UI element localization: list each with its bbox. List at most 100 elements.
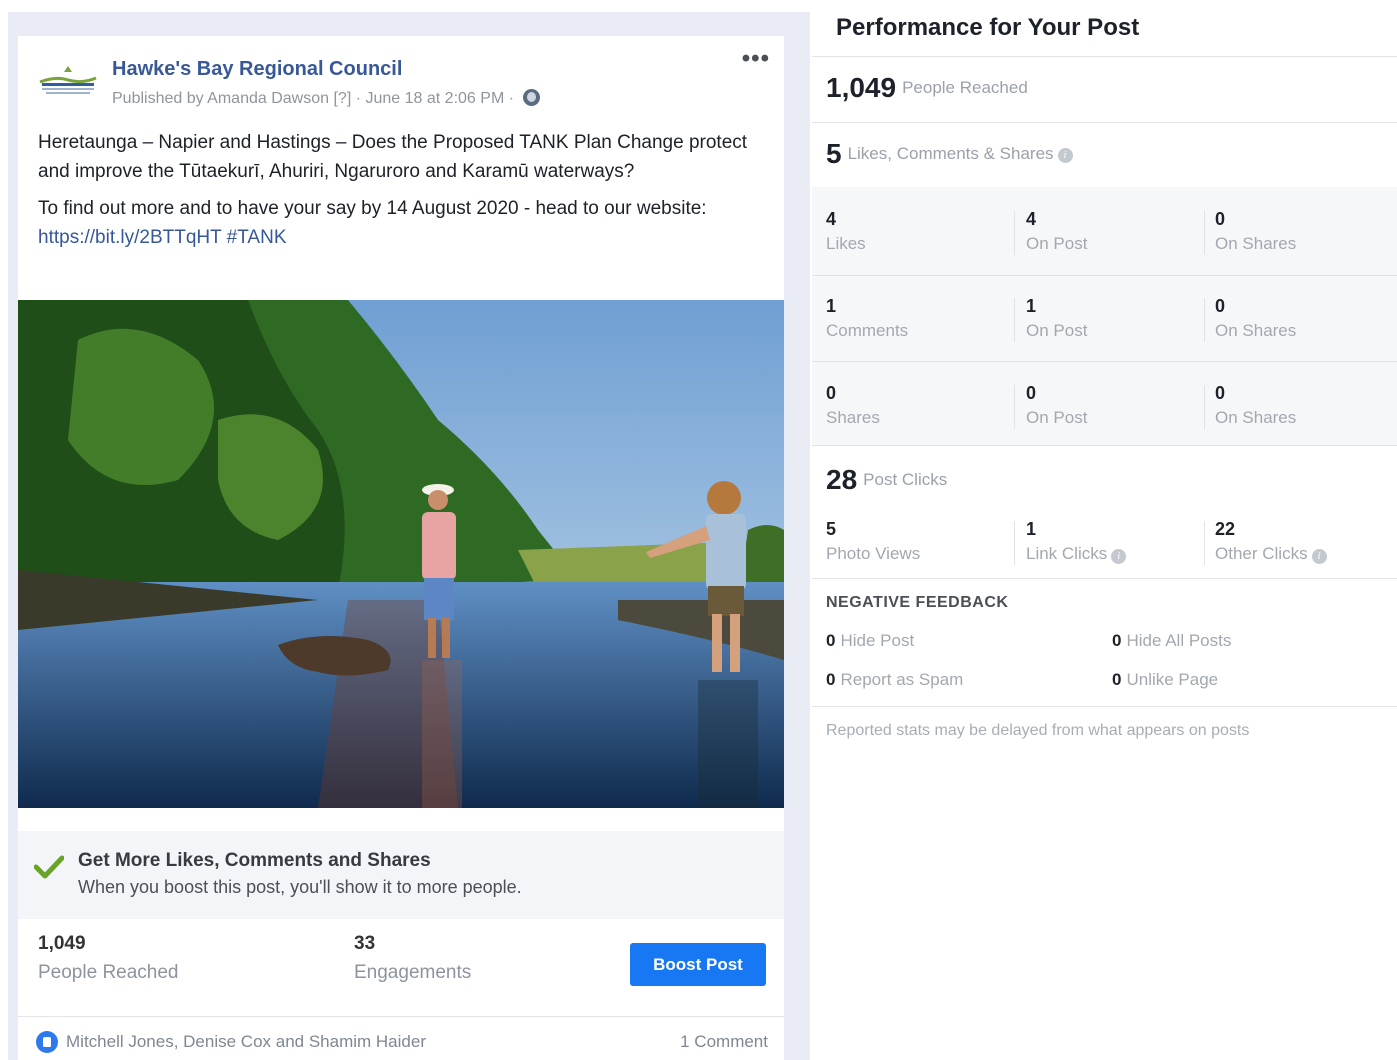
- link-clicks-label: Link Clicks: [1026, 544, 1108, 563]
- comments-on-post-count: 1: [1026, 296, 1037, 316]
- performance-title: Performance for Your Post: [836, 14, 1140, 41]
- engagement-summary-label: Likes, Comments & Shares: [847, 144, 1054, 163]
- comment-count-link[interactable]: 1 Comment: [680, 1032, 768, 1052]
- page-logo-icon[interactable]: [36, 64, 100, 100]
- divider: [812, 445, 1397, 446]
- divider: [812, 56, 1397, 57]
- divider: [1204, 385, 1205, 429]
- page-name-link[interactable]: Hawke's Bay Regional Council: [112, 58, 402, 81]
- boost-promo: Get More Likes, Comments and Shares When…: [18, 831, 784, 919]
- comments-count: 1: [826, 296, 837, 316]
- divider: [1014, 385, 1015, 429]
- people-reached-count: 1,049: [38, 933, 86, 954]
- hide-all-posts-stat: 0 Hide All Posts: [1112, 631, 1231, 651]
- hashtag-link[interactable]: #TANK: [227, 227, 287, 248]
- performance-panel: Performance for Your Post 1,049 People Re…: [812, 0, 1397, 1060]
- divider: [812, 361, 1397, 362]
- hide-all-posts-label: Hide All Posts: [1126, 631, 1232, 650]
- info-icon[interactable]: i: [1311, 549, 1327, 564]
- unlike-page-count: 0: [1112, 670, 1122, 689]
- divider: [812, 275, 1397, 276]
- likes-on-post-cell: 4 On Post: [1026, 209, 1087, 254]
- divider: [1014, 211, 1015, 255]
- shares-cell: 0 Shares: [826, 383, 880, 428]
- like-icon: [36, 1031, 58, 1053]
- divider: [1204, 521, 1205, 565]
- post-text: Heretaunga – Napier and Hastings – Does …: [38, 128, 768, 260]
- other-clicks-count: 22: [1215, 519, 1236, 539]
- photo-views-cell: 5 Photo Views: [826, 519, 920, 564]
- comments-on-post-cell: 1 On Post: [1026, 296, 1087, 341]
- engagements-label: Engagements: [354, 962, 472, 983]
- shares-on-shares-label: On Shares: [1215, 408, 1297, 427]
- likes-on-post-count: 4: [1026, 209, 1037, 229]
- likes-on-shares-count: 0: [1215, 209, 1226, 229]
- comments-on-shares-count: 0: [1215, 296, 1226, 316]
- info-icon[interactable]: i: [1057, 148, 1073, 164]
- people-reached-summary-label: People Reached: [902, 78, 1028, 97]
- divider: [1204, 211, 1205, 255]
- published-by: Published by Amanda Dawson: [112, 90, 330, 107]
- people-reached-stat[interactable]: 1,049 People Reached: [38, 933, 179, 984]
- more-options-icon[interactable]: •••: [742, 47, 770, 71]
- globe-icon: [522, 89, 540, 106]
- link-clicks-cell: 1 Link Clicks i: [1026, 519, 1127, 564]
- promo-title: Get More Likes, Comments and Shares: [78, 850, 431, 871]
- other-clicks-label-row: Other Clicks i: [1215, 544, 1327, 564]
- post-link[interactable]: https://bit.ly/2BTTqHT: [38, 227, 221, 248]
- post-date-link[interactable]: · June 18 at 2:06 PM ·: [356, 90, 514, 108]
- post-header: Hawke's Bay Regional Council Published b…: [18, 36, 784, 126]
- info-icon[interactable]: i: [1111, 549, 1127, 564]
- divider: [1014, 298, 1015, 342]
- negative-feedback-title: NEGATIVE FEEDBACK: [826, 594, 1009, 611]
- river-photo[interactable]: [18, 300, 784, 808]
- likes-on-post-label: On Post: [1026, 234, 1088, 253]
- shares-count: 0: [826, 383, 837, 403]
- checkmark-icon: [34, 855, 64, 879]
- unlike-page-label: Unlike Page: [1126, 670, 1219, 689]
- comments-cell: 1 Comments: [826, 296, 908, 341]
- reactors-link[interactable]: Mitchell Jones, Denise Cox and Shamim Ha…: [66, 1032, 426, 1052]
- engagements-stat[interactable]: 33 Engagements: [354, 933, 471, 984]
- people-reached-summary: 1,049 People Reached: [826, 72, 1028, 104]
- divider: [812, 706, 1397, 707]
- stats-footnote: Reported stats may be delayed from what …: [826, 722, 1250, 739]
- photo-views-label: Photo Views: [826, 544, 921, 563]
- photo-views-count: 5: [826, 519, 837, 539]
- divider: [1204, 298, 1205, 342]
- other-clicks-cell: 22 Other Clicks i: [1215, 519, 1327, 564]
- comments-on-shares-label: On Shares: [1215, 321, 1297, 340]
- likes-count: 4: [826, 209, 837, 229]
- engagement-breakdown: 4 Likes 4 On Post 0 On Shares 1 Comments…: [812, 187, 1397, 445]
- shares-on-shares-count: 0: [1215, 383, 1226, 403]
- shares-on-post-count: 0: [1026, 383, 1037, 403]
- link-clicks-label-row: Link Clicks i: [1026, 544, 1127, 564]
- engagement-summary: 5 Likes, Comments & Shares i: [826, 138, 1073, 170]
- link-clicks-count: 1: [1026, 519, 1037, 539]
- shares-on-post-cell: 0 On Post: [1026, 383, 1087, 428]
- post-text-paragraph-2: To find out more and to have your say by…: [38, 194, 768, 252]
- post-meta: Published by Amanda Dawson [?] · June 18…: [112, 89, 540, 108]
- people-reached-total: 1,049: [826, 72, 897, 103]
- divider: [812, 578, 1397, 579]
- post-clicks-label: Post Clicks: [863, 470, 948, 489]
- post-column: Hawke's Bay Regional Council Published b…: [8, 12, 810, 1060]
- likes-on-shares-label: On Shares: [1215, 234, 1297, 253]
- post-clicks-total: 28: [826, 464, 858, 495]
- likes-cell: 4 Likes: [826, 209, 866, 254]
- post-clicks-summary: 28 Post Clicks: [826, 464, 947, 496]
- hide-all-posts-count: 0: [1112, 631, 1122, 650]
- promo-subtitle: When you boost this post, you'll show it…: [78, 877, 522, 897]
- divider: [812, 122, 1397, 123]
- comments-on-shares-cell: 0 On Shares: [1215, 296, 1296, 341]
- people-reached-label: People Reached: [38, 962, 179, 983]
- comments-label: Comments: [826, 321, 909, 340]
- hide-post-label: Hide Post: [840, 631, 915, 650]
- divider: [1014, 521, 1015, 565]
- likes-on-shares-cell: 0 On Shares: [1215, 209, 1296, 254]
- boost-post-button[interactable]: Boost Post: [630, 943, 766, 986]
- post-text-prefix: To find out more and to have your say by…: [38, 198, 707, 219]
- reactions-row: Mitchell Jones, Denise Cox and Shamim Ha…: [18, 1016, 784, 1058]
- comments-on-post-label: On Post: [1026, 321, 1088, 340]
- help-marker[interactable]: [?]: [333, 90, 351, 108]
